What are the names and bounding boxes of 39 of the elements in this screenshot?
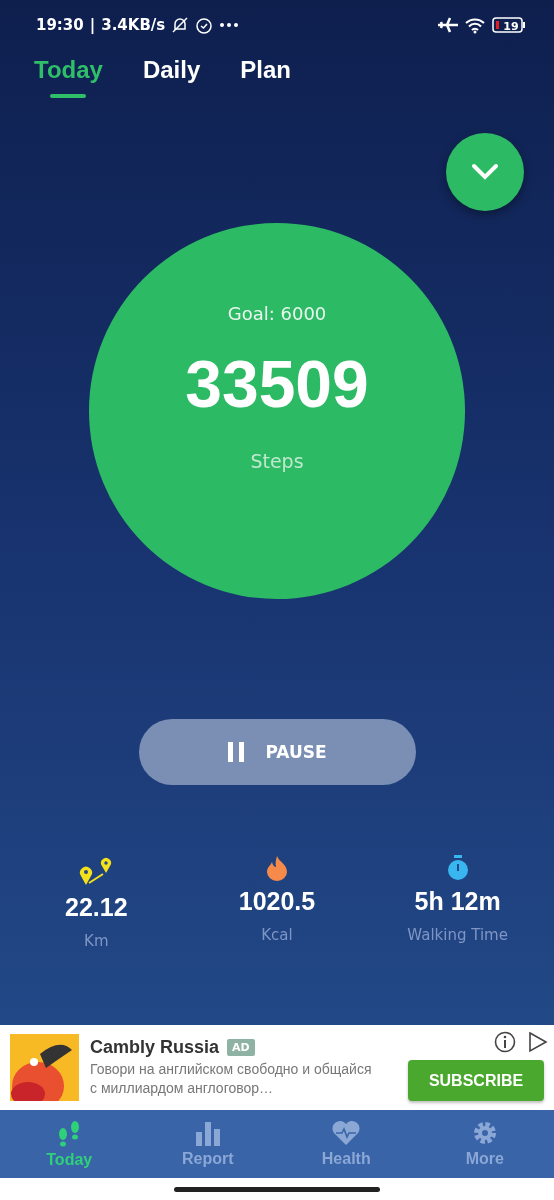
ad-description: Говори на английском свободно и общайся с миллиардом англоговор… bbox=[90, 1060, 373, 1098]
more-dots-icon bbox=[219, 22, 240, 28]
steps-label: Steps bbox=[250, 450, 304, 472]
stopwatch-icon bbox=[446, 855, 469, 881]
bell-muted-icon bbox=[171, 16, 190, 34]
collapse-button[interactable] bbox=[446, 133, 524, 211]
chevron-down-icon bbox=[470, 162, 500, 182]
tab[interactable]: Daily bbox=[142, 50, 201, 106]
ad-banner[interactable]: Cambly Russia AD Говори на английском свободно и общайся с миллиардом англоговор… SUBSCRIBE bbox=[0, 1025, 554, 1110]
ad-choices-icon[interactable] bbox=[528, 1031, 548, 1053]
stat-value: 5h 12m bbox=[414, 887, 501, 916]
ad-badge: AD bbox=[227, 1039, 255, 1056]
home-indicator[interactable] bbox=[174, 1186, 380, 1192]
goal-text: Goal: 6000 bbox=[227, 303, 327, 324]
step-count: 33509 bbox=[185, 346, 369, 422]
stat-label: Kcal bbox=[261, 926, 293, 944]
stat-label: Km bbox=[84, 932, 109, 950]
nav-item[interactable]: More bbox=[415, 1110, 554, 1178]
stat-label: Walking Time bbox=[407, 926, 508, 944]
tab[interactable]: Plan bbox=[240, 50, 291, 106]
stat-value: 1020.5 bbox=[238, 887, 316, 916]
nav-item[interactable]: Today bbox=[0, 1110, 139, 1178]
wifi-icon bbox=[464, 16, 486, 34]
airplane-icon bbox=[438, 16, 458, 34]
flame-icon bbox=[265, 855, 289, 881]
nav-item[interactable]: Health bbox=[277, 1110, 416, 1178]
pause-button[interactable]: PAUSE bbox=[138, 719, 416, 785]
alarm-icon bbox=[195, 16, 214, 34]
subscribe-button[interactable]: SUBSCRIBE bbox=[408, 1060, 544, 1101]
tab[interactable]: Today bbox=[34, 50, 103, 106]
pause-icon bbox=[227, 742, 246, 762]
status-divider: | bbox=[89, 16, 96, 34]
network-speed: 3.4KB/s bbox=[101, 16, 166, 34]
ad-title: Cambly Russia bbox=[90, 1037, 220, 1058]
info-icon[interactable] bbox=[494, 1031, 516, 1053]
battery-icon: 19 bbox=[492, 16, 526, 34]
nav-item[interactable]: Report bbox=[138, 1110, 277, 1178]
stat-value: 22.12 bbox=[65, 893, 128, 922]
status-time: 19:30 bbox=[36, 16, 84, 34]
